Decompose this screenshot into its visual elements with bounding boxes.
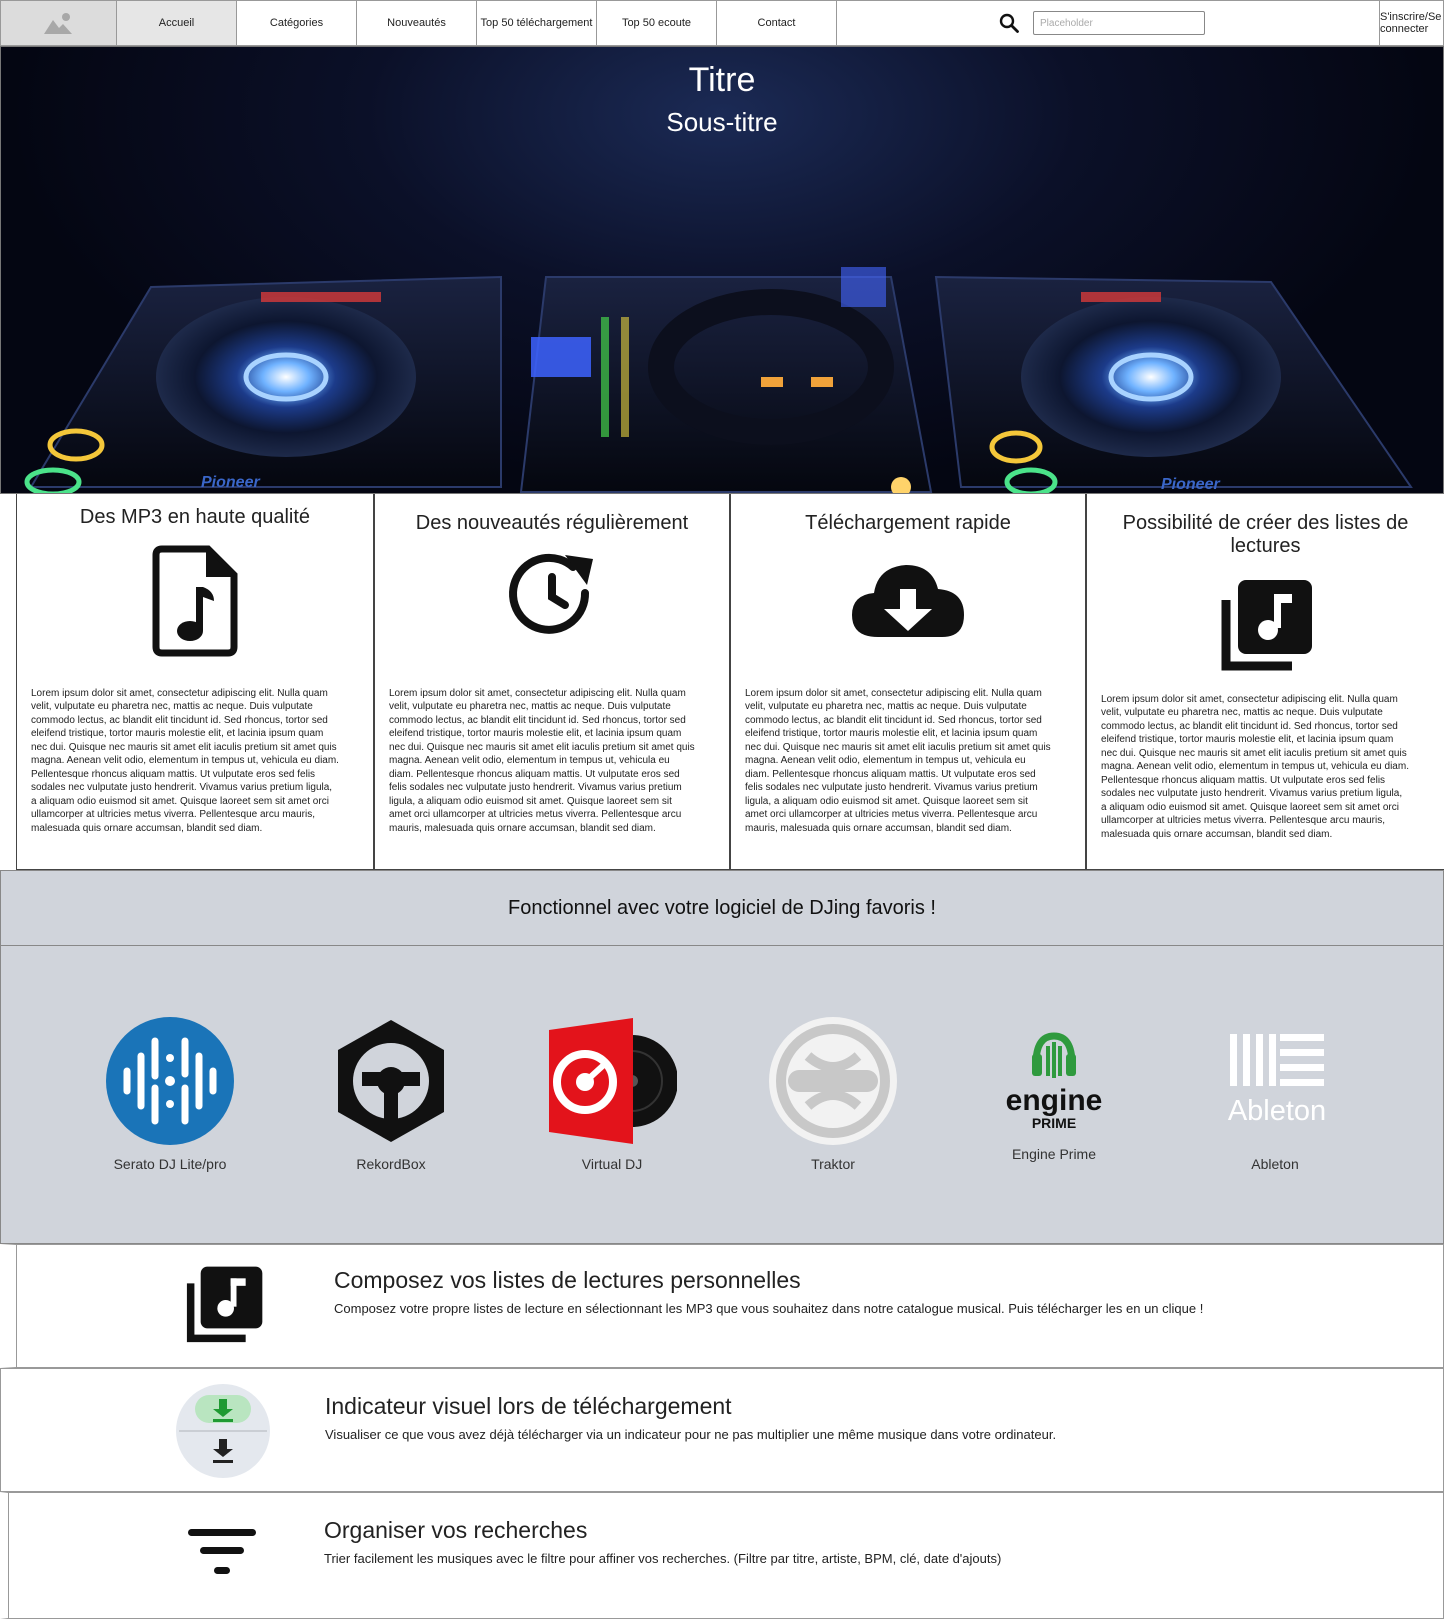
signup-login-link[interactable]: S'inscrire/Se connecter — [1380, 1, 1443, 45]
hero-subtitle: Sous-titre — [666, 107, 778, 137]
feature-text: Lorem ipsum dolor sit amet, consectetur … — [31, 687, 339, 834]
row-title: Indicateur visuel lors de téléchargement — [325, 1393, 732, 1419]
feature-title: Téléchargement rapide — [805, 512, 1011, 534]
feature-card-listes: Possibilité de créer des listes de lectu… — [1086, 494, 1444, 870]
software-label: Engine Prime — [1011, 1146, 1097, 1162]
tab-top50-ecoute[interactable]: Top 50 ecoute — [597, 1, 717, 45]
row-title: Composez vos listes de lectures personne… — [334, 1267, 801, 1293]
tab-nouveautes[interactable]: Nouveautés — [357, 1, 477, 45]
music-library-icon — [186, 1266, 263, 1343]
search-input[interactable] — [1033, 11, 1205, 35]
filter-icon — [188, 1529, 256, 1574]
download-indicator-icon — [176, 1384, 270, 1478]
row-text: Visualiser ce que vous avez déjà télécha… — [325, 1427, 1057, 1442]
left-deck-brand: Pioneer — [201, 474, 260, 491]
software-engine-prime: engine PRIME Engine Prime — [979, 1016, 1129, 1162]
software-label: Traktor — [811, 1156, 855, 1172]
traktor-logo-icon — [769, 1017, 897, 1145]
rekordbox-logo-icon — [338, 1020, 444, 1142]
ableton-logo-icon: Ableton — [1228, 1034, 1326, 1127]
cloud-download-icon — [852, 565, 964, 637]
virtualdj-logo-icon — [549, 1018, 677, 1144]
prime-logo-word: PRIME — [1032, 1115, 1076, 1131]
feature-card-nouveautes: Des nouveautés régulièrement Lorem ipsum… — [373, 494, 730, 870]
dj-software-heading: Fonctionnel avec votre logiciel de DJing… — [0, 870, 1444, 946]
feature-card-telechargement: Téléchargement rapide Lorem ipsum dolor … — [730, 494, 1087, 870]
engine-logo-word: engine — [1006, 1084, 1103, 1117]
tab-categories[interactable]: Catégories — [237, 1, 357, 45]
software-label: Virtual DJ — [581, 1156, 643, 1172]
software-virtualdj: Virtual DJ — [537, 1016, 687, 1172]
search-icon[interactable] — [995, 9, 1023, 37]
row-text: Composez votre propre listes de lecture … — [334, 1301, 1204, 1316]
feature-text: Lorem ipsum dolor sit amet, consectetur … — [388, 687, 695, 834]
feature-row-playlists: Composez vos listes de lectures personne… — [0, 1244, 1444, 1368]
software-label: Ableton — [1251, 1156, 1299, 1172]
search-bar — [997, 1, 1380, 45]
right-deck-brand: Pioneer — [1161, 476, 1220, 493]
feature-text: Lorem ipsum dolor sit amet, consectetur … — [1101, 693, 1409, 840]
dj-controller-image: Pioneer Pioneer — [24, 267, 1413, 493]
feature-card-mp3: Des MP3 en haute qualité Lorem ipsum dol… — [16, 494, 374, 870]
software-traktor: Traktor — [758, 1016, 908, 1172]
music-file-icon — [152, 545, 238, 657]
logo-image-icon[interactable] — [1, 1, 117, 45]
ableton-logo-word: Ableton — [1228, 1095, 1326, 1127]
top-nav: Accueil Catégories Nouveautés Top 50 tél… — [0, 0, 1444, 46]
feature-title: Des nouveautés régulièrement — [415, 512, 689, 534]
features-section: Des MP3 en haute qualité Lorem ipsum dol… — [0, 494, 1444, 870]
music-library-icon — [1221, 580, 1312, 671]
serato-logo-icon — [106, 1017, 234, 1145]
software-rekordbox: RekordBox — [316, 1016, 466, 1172]
engine-prime-logo-icon: engine PRIME — [1006, 1032, 1103, 1131]
hero-title: Titre — [688, 61, 756, 99]
feature-row-filter: Organiser vos recherches Trier facilemen… — [0, 1492, 1444, 1619]
software-label: RekordBox — [356, 1156, 426, 1172]
row-text: Trier facilement les musiques avec le fi… — [324, 1551, 1002, 1566]
feature-title: Des MP3 en haute qualité — [79, 506, 311, 528]
feature-text: Lorem ipsum dolor sit amet, consectetur … — [745, 687, 1051, 834]
tab-accueil[interactable]: Accueil — [117, 1, 237, 45]
software-serato: Serato DJ Lite/pro — [95, 1016, 245, 1172]
tab-contact[interactable]: Contact — [717, 1, 837, 45]
feature-row-download-indicator: Indicateur visuel lors de téléchargement… — [0, 1368, 1444, 1492]
software-ableton: Ableton Ableton — [1200, 1016, 1350, 1172]
row-title: Organiser vos recherches — [324, 1517, 588, 1543]
software-label: Serato DJ Lite/pro — [113, 1156, 227, 1172]
feature-title: Possibilité de créer des listes de lectu… — [1122, 512, 1409, 557]
dj-software-logos: Serato DJ Lite/pro RekordBox Virtual DJ — [0, 946, 1444, 1244]
hero-banner: Titre Sous-titre Pioneer Pioneer — [0, 46, 1444, 494]
clock-refresh-icon — [509, 553, 593, 634]
tab-top50-telechargement[interactable]: Top 50 téléchargement — [477, 1, 597, 45]
